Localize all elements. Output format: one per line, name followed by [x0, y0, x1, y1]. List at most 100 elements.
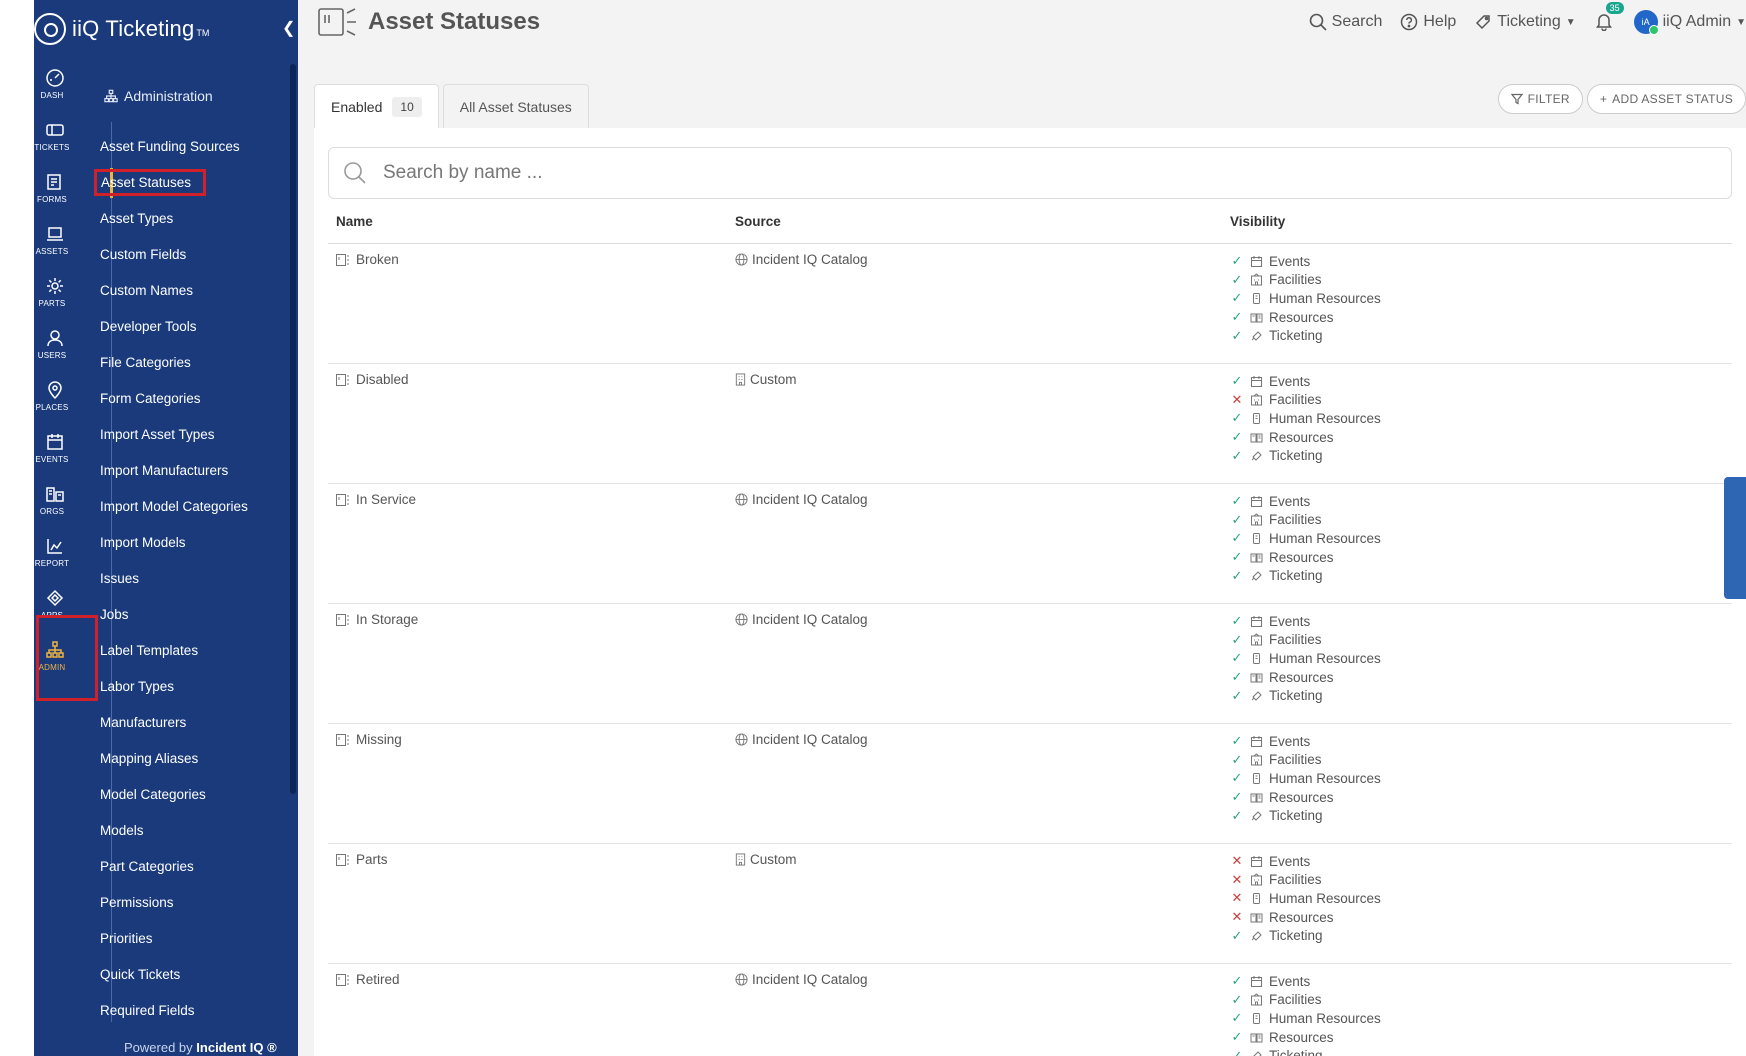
- rail-item-parts[interactable]: PARTS: [34, 276, 76, 328]
- rail-item-forms[interactable]: FORMS: [34, 172, 76, 224]
- resources-icon: [1250, 551, 1263, 564]
- sidebar-item-asset-funding-sources[interactable]: Asset Funding Sources: [100, 128, 248, 164]
- status-name: Missing: [356, 732, 402, 747]
- rail-item-dash[interactable]: DASH: [34, 68, 76, 120]
- rail-item-tickets[interactable]: TICKETS: [34, 120, 76, 172]
- visibility-item: ✓ Events: [1230, 972, 1381, 991]
- sidebar-item-import-asset-types[interactable]: Import Asset Types: [100, 416, 248, 452]
- visibility-label: Facilities: [1269, 512, 1322, 528]
- add-asset-status-button[interactable]: + ADD ASSET STATUS: [1586, 84, 1746, 114]
- facilities-icon: [1250, 273, 1263, 286]
- rail-item-orgs[interactable]: ORGS: [34, 484, 76, 536]
- status-name: In Storage: [356, 612, 419, 627]
- visibility-label: Human Resources: [1269, 1010, 1381, 1026]
- rail-item-report[interactable]: REPORT: [34, 536, 76, 588]
- sidebar-item-label: Asset Types: [100, 210, 174, 226]
- visibility-item: ✓ Facilities: [1230, 271, 1381, 290]
- help-button[interactable]: Help: [1400, 13, 1456, 31]
- status-name: Parts: [356, 852, 388, 867]
- status-name: Disabled: [356, 372, 409, 387]
- table-row[interactable]: Disabled Custom ✓ Events ✕ Facilities ✓ Human R…: [328, 364, 1732, 484]
- column-name[interactable]: Name: [336, 214, 373, 229]
- status-name-cell[interactable]: Missing: [336, 732, 402, 747]
- product-switcher[interactable]: Ticketing ▼: [1474, 13, 1576, 31]
- column-source[interactable]: Source: [735, 214, 781, 229]
- search-input[interactable]: [383, 162, 1683, 184]
- status-name-cell[interactable]: In Service: [336, 492, 416, 507]
- sidebar-item-import-models[interactable]: Import Models: [100, 524, 248, 560]
- user-menu[interactable]: iA iiQ Admin ▼: [1633, 10, 1746, 35]
- tab-enabled[interactable]: Enabled 10: [314, 84, 439, 128]
- visibility-label: Human Resources: [1269, 410, 1381, 426]
- sidebar-item-asset-types[interactable]: Asset Types: [100, 200, 248, 236]
- sidebar-item-label-templates[interactable]: Label Templates: [100, 632, 248, 668]
- sidebar-item-model-categories[interactable]: Model Categories: [100, 776, 248, 812]
- check-icon: ✓: [1231, 631, 1243, 647]
- cross-icon: ✕: [1231, 853, 1243, 869]
- globe-icon: [735, 253, 748, 266]
- filter-button[interactable]: FILTER: [1497, 84, 1583, 114]
- rail-item-places[interactable]: PLACES: [34, 380, 76, 432]
- sidebar-item-file-categories[interactable]: File Categories: [100, 344, 248, 380]
- visibility-item: ✓ Events: [1230, 492, 1381, 511]
- status-name-cell[interactable]: In Storage: [336, 612, 418, 627]
- sidebar-item-required-fields[interactable]: Required Fields: [100, 992, 248, 1028]
- status-name: In Service: [356, 492, 417, 507]
- sidebar-item-jobs[interactable]: Jobs: [100, 596, 248, 632]
- sidebar-item-import-manufacturers[interactable]: Import Manufacturers: [100, 452, 248, 488]
- visibility-item: ✓ Human Resources: [1230, 649, 1381, 668]
- sidebar-item-mapping-aliases[interactable]: Mapping Aliases: [100, 740, 248, 776]
- sidebar-item-permissions[interactable]: Permissions: [100, 884, 248, 920]
- status-name-cell[interactable]: Disabled: [336, 372, 409, 387]
- app-logo[interactable]: iiQ Ticketing TM: [34, 6, 209, 52]
- sidebar-scrollbar[interactable]: [290, 64, 296, 794]
- column-visibility[interactable]: Visibility: [1230, 214, 1285, 229]
- table-row[interactable]: Parts Custom ✕ Events ✕ Facilities ✕ Human Reso…: [328, 844, 1732, 964]
- sidebar-item-asset-statuses[interactable]: Asset Statuses: [94, 164, 248, 200]
- table-row[interactable]: In Storage Incident IQ Catalog ✓ Events ✓ Fac…: [328, 604, 1732, 724]
- tab-all-asset-statuses[interactable]: All Asset Statuses: [442, 84, 589, 128]
- source-label: Custom: [750, 852, 797, 867]
- asset-status-icon: [336, 373, 349, 386]
- sidebar-item-manufacturers[interactable]: Manufacturers: [100, 704, 248, 740]
- rail-item-events[interactable]: EVENTS: [34, 432, 76, 484]
- sidebar-item-issues[interactable]: Issues: [100, 560, 248, 596]
- check-icon: ✓: [1231, 1029, 1243, 1045]
- visibility-label: Resources: [1269, 669, 1334, 685]
- tab-enabled-count: 10: [392, 96, 422, 117]
- status-name-cell[interactable]: Retired: [336, 972, 400, 987]
- visibility-label: Facilities: [1269, 392, 1322, 408]
- sidebar-item-developer-tools[interactable]: Developer Tools: [100, 308, 248, 344]
- table-row[interactable]: Missing Incident IQ Catalog ✓ Events ✓ Facili…: [328, 724, 1732, 844]
- check-icon: ✓: [1231, 789, 1243, 805]
- global-search-button[interactable]: Search: [1309, 13, 1382, 31]
- visibility-item: ✓ Ticketing: [1230, 446, 1381, 465]
- sidebar-item-import-model-categories[interactable]: Import Model Categories: [100, 488, 248, 524]
- table-row[interactable]: Retired Incident IQ Catalog ✓ Events ✓ Facili…: [328, 964, 1732, 1056]
- sidebar-item-custom-names[interactable]: Custom Names: [100, 272, 248, 308]
- visibility-item: ✓ Resources: [1230, 308, 1381, 327]
- table-row[interactable]: In Service Incident IQ Catalog ✓ Events ✓ Fac…: [328, 484, 1732, 604]
- ticketing-icon: [1250, 809, 1263, 822]
- collapse-sidebar-chevron-icon[interactable]: ❮: [282, 18, 295, 38]
- sidebar-item-labor-types[interactable]: Labor Types: [100, 668, 248, 704]
- rail-item-users[interactable]: USERS: [34, 328, 76, 380]
- feedback-side-tab[interactable]: [1724, 477, 1746, 599]
- chevron-down-icon: ▼: [1736, 16, 1746, 28]
- sidebar-item-custom-fields[interactable]: Custom Fields: [100, 236, 248, 272]
- sidebar-item-quick-tickets[interactable]: Quick Tickets: [100, 956, 248, 992]
- sidebar-item-form-categories[interactable]: Form Categories: [100, 380, 248, 416]
- sidebar-item-part-categories[interactable]: Part Categories: [100, 848, 248, 884]
- sidebar-item-priorities[interactable]: Priorities: [100, 920, 248, 956]
- check-icon: ✓: [1231, 687, 1243, 703]
- table-row[interactable]: Broken Incident IQ Catalog ✓ Events ✓ Facilit…: [328, 244, 1732, 364]
- status-name-cell[interactable]: Broken: [336, 252, 399, 267]
- notifications-button[interactable]: 35: [1594, 2, 1624, 33]
- sidebar-item-models[interactable]: Models: [100, 812, 248, 848]
- rail-item-assets[interactable]: ASSETS: [34, 224, 76, 276]
- status-name-cell[interactable]: Parts: [336, 852, 388, 867]
- source-cell: Incident IQ Catalog: [735, 612, 868, 627]
- visibility-cell: ✓ Events ✓ Facilities ✓ Human Resources ✓ Resou…: [1230, 972, 1381, 1056]
- chart-icon: [47, 539, 62, 554]
- check-icon: ✓: [1231, 511, 1243, 527]
